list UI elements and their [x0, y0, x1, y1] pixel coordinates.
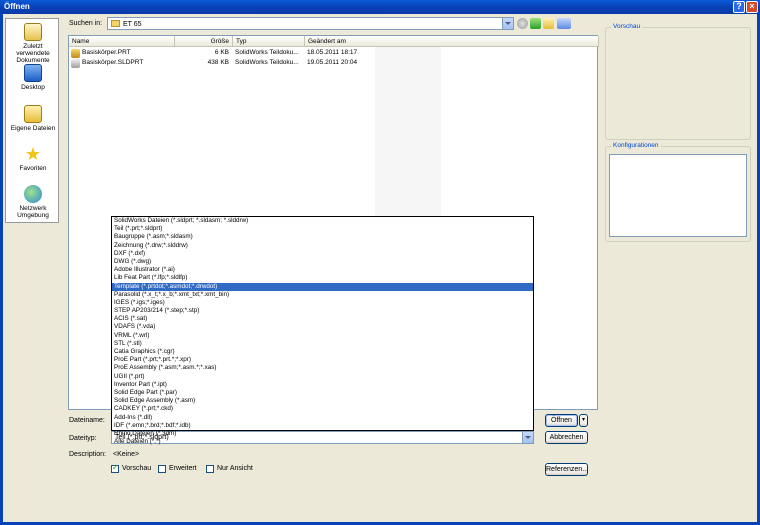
filetype-option[interactable]: DWG (*.dwg)	[112, 258, 533, 266]
view-only-checkbox[interactable]	[206, 465, 214, 473]
filetype-option[interactable]: Teil (*.prt;*.sldprt)	[112, 225, 533, 233]
filetype-option[interactable]: Add-Ins (*.dll)	[112, 414, 533, 422]
file-row[interactable]: Basiskörper.SLDPRT 438 KB SolidWorks Tei…	[69, 58, 599, 68]
open-options-button[interactable]: ▾	[579, 414, 588, 427]
column-header-type[interactable]: Typ	[233, 36, 305, 47]
file-size: 6 KB	[214, 49, 229, 56]
filetype-option[interactable]: STL (*.stl)	[112, 340, 533, 348]
filetype-option[interactable]: Baugruppe (*.asm;*.sldasm)	[112, 233, 533, 241]
lookin-value: ET 65	[123, 21, 142, 28]
file-type: SolidWorks Teildoku...	[235, 59, 299, 66]
place-network[interactable]: Netzwerk Umgebung	[6, 185, 60, 219]
my-documents-icon	[24, 105, 42, 123]
filetype-option[interactable]: Inventor Part (*.ipt)	[112, 381, 533, 389]
place-label: Zuletzt verwendete Dokumente	[16, 43, 50, 64]
favorites-star-icon: ★	[24, 144, 42, 164]
filetype-option[interactable]: UGII (*.prt)	[112, 373, 533, 381]
file-modified: 19.05.2011 20:04	[307, 59, 358, 66]
chevron-down-icon[interactable]	[502, 18, 513, 29]
filetype-option[interactable]: VRML (*.wrl)	[112, 332, 533, 340]
file-row[interactable]: Basiskörper.PRT 6 KB SolidWorks Teildoku…	[69, 48, 599, 58]
filetype-option[interactable]: ProE Assembly (*.asm;*.asm.*;*.xas)	[112, 364, 533, 372]
place-label: Desktop	[21, 84, 45, 91]
places-bar: Zuletzt verwendete Dokumente Desktop Eig…	[5, 18, 59, 223]
filetype-option[interactable]: Adobe Illustrator (*.ai)	[112, 266, 533, 274]
filetype-option[interactable]: CADKEY (*.prt;*.ckd)	[112, 405, 533, 413]
column-header-size[interactable]: Größe	[175, 36, 233, 47]
filetype-option[interactable]: Catia Graphics (*.cgr)	[112, 348, 533, 356]
file-size: 438 KB	[207, 59, 229, 66]
description-label: Description:	[69, 451, 106, 458]
back-icon[interactable]	[517, 18, 528, 29]
place-label: Netzwerk Umgebung	[17, 205, 49, 219]
preview-title: Vorschau	[611, 23, 643, 30]
file-type: SolidWorks Teildoku...	[235, 49, 299, 56]
file-name: Basiskörper.PRT	[82, 49, 131, 56]
advanced-checkbox[interactable]	[158, 465, 166, 473]
filetype-option[interactable]: Zeichnung (*.drw;*.slddrw)	[112, 242, 533, 250]
window-title: Öffnen	[4, 2, 30, 11]
close-button[interactable]: ×	[746, 1, 758, 13]
column-header-name[interactable]: Name	[69, 36, 175, 47]
part-file-icon	[71, 49, 80, 58]
file-modified: 18.05.2011 18:17	[307, 49, 358, 56]
place-recent-documents[interactable]: Zuletzt verwendete Dokumente	[6, 23, 60, 64]
description-value: <Keine>	[113, 451, 140, 458]
references-button[interactable]: Referenzen...	[545, 463, 588, 476]
view-only-checkbox-label[interactable]: Nur Ansicht	[217, 465, 253, 472]
recent-documents-icon	[24, 23, 42, 41]
file-name: Basiskörper.SLDPRT	[82, 59, 144, 66]
filetype-option[interactable]: Parasolid (*.x_t;*.x_b;*.xmt_txt;*.xmt_b…	[112, 291, 533, 299]
folder-icon	[111, 20, 120, 27]
column-header-modified[interactable]: Geändert am	[305, 36, 599, 47]
cancel-button[interactable]: Abbrechen	[545, 431, 588, 444]
filetype-label: Dateityp:	[69, 435, 97, 442]
advanced-checkbox-label[interactable]: Erweitert	[169, 465, 197, 472]
place-label: Favoriten	[19, 165, 47, 172]
filetype-option[interactable]: Solid Edge Assembly (*.asm)	[112, 397, 533, 405]
network-icon	[24, 185, 42, 203]
lookin-combo[interactable]: ET 65	[107, 17, 514, 30]
configurations-group: Konfigurationen	[605, 142, 751, 242]
place-label: Eigene Dateien	[10, 125, 56, 132]
filetype-option[interactable]: SolidWorks Dateien (*.sldprt; *.sldasm; …	[112, 217, 533, 225]
preview-checkbox-label[interactable]: Vorschau	[122, 465, 151, 472]
filetype-option[interactable]: Template (*.prtdot;*.asmdot;*.drwdot)	[112, 282, 533, 291]
sldprt-file-icon	[71, 59, 80, 68]
place-desktop[interactable]: Desktop	[6, 64, 60, 91]
filetype-option[interactable]: Alle Dateien (*.*)	[112, 438, 533, 446]
up-folder-icon[interactable]	[530, 18, 541, 29]
configurations-list[interactable]	[609, 154, 747, 237]
place-my-documents[interactable]: Eigene Dateien	[6, 105, 60, 132]
configurations-title: Konfigurationen	[611, 142, 661, 149]
filetype-option[interactable]: IGES (*.igs;*.iges)	[112, 299, 533, 307]
view-menu-icon[interactable]	[557, 18, 571, 29]
lookin-label: Suchen in:	[69, 20, 103, 27]
title-bar: Öffnen ? ×	[0, 0, 760, 14]
filetype-option[interactable]: Lib Feat Part (*.lfp;*.sldlfp)	[112, 274, 533, 282]
help-button[interactable]: ?	[733, 1, 745, 13]
filetype-option[interactable]: DXF (*.dxf)	[112, 250, 533, 258]
filetype-option[interactable]: IDF (*.emn;*.brd;*.bdf;*.idb)	[112, 422, 533, 430]
filetype-option[interactable]: STEP AP203/214 (*.step;*.stp)	[112, 307, 533, 315]
open-button[interactable]: Öffnen	[545, 414, 578, 427]
filetype-option[interactable]: ACIS (*.sat)	[112, 315, 533, 323]
filetype-option[interactable]: Solid Edge Part (*.par)	[112, 389, 533, 397]
preview-checkbox[interactable]	[111, 463, 119, 473]
filetype-option[interactable]: VDAFS (*.vda)	[112, 323, 533, 331]
filetype-option[interactable]: Rhino Dateien (*.3dm)	[112, 430, 533, 438]
place-favorites[interactable]: ★ Favoriten	[6, 145, 60, 172]
desktop-icon	[24, 64, 42, 82]
new-folder-icon[interactable]	[543, 18, 554, 29]
filetype-option[interactable]: ProE Part (*.prt;*.prt.*;*.xpr)	[112, 356, 533, 364]
filetype-dropdown-list[interactable]: SolidWorks Dateien (*.sldprt; *.sldasm; …	[111, 216, 534, 445]
preview-group: Vorschau	[605, 23, 751, 140]
filename-label: Dateiname:	[69, 417, 105, 424]
